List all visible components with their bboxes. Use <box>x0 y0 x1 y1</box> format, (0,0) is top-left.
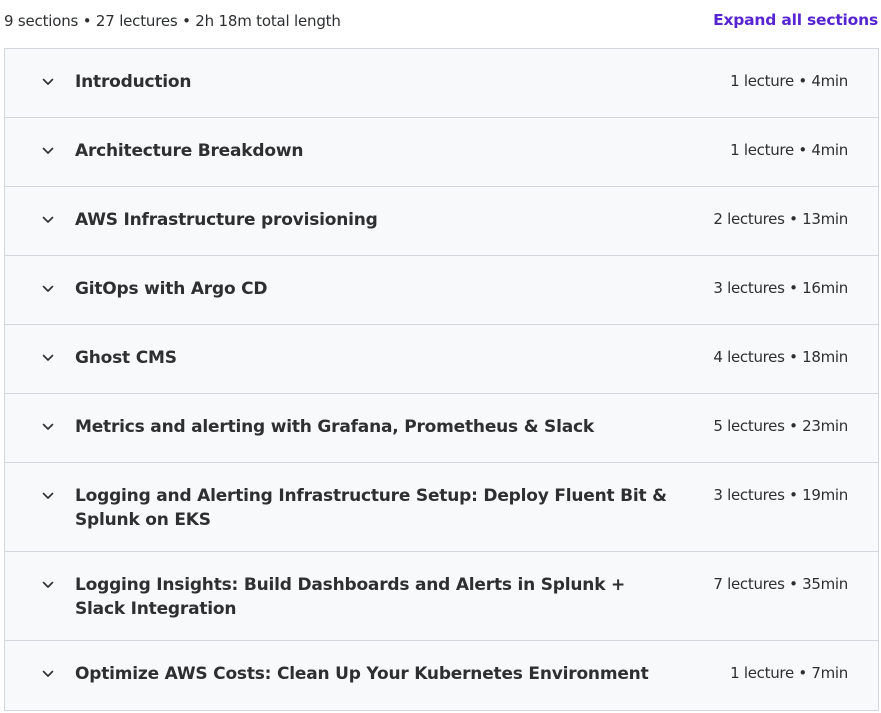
chevron-down-icon <box>41 420 55 434</box>
chevron-down-icon <box>41 213 55 227</box>
section-logging-alerting-infrastructure[interactable]: Logging and Alerting Infrastructure Setu… <box>5 463 878 552</box>
section-introduction[interactable]: Introduction 1 lecture • 4min <box>5 49 878 118</box>
sections-list: Introduction 1 lecture • 4min Architectu… <box>4 48 879 711</box>
section-title: GitOps with Argo CD <box>75 279 268 299</box>
section-meta: 3 lectures • 16min <box>713 279 848 297</box>
section-meta: 5 lectures • 23min <box>713 417 848 435</box>
section-gitops-argo-cd[interactable]: GitOps with Argo CD 3 lectures • 16min <box>5 256 878 325</box>
section-meta: 1 lecture • 4min <box>730 141 848 159</box>
section-optimize-aws-costs[interactable]: Optimize AWS Costs: Clean Up Your Kubern… <box>5 641 878 710</box>
chevron-down-icon <box>41 489 55 503</box>
course-content-panel: 9 sections • 27 lectures • 2h 18m total … <box>0 0 881 713</box>
chevron-down-icon <box>41 282 55 296</box>
expand-all-sections-button[interactable]: Expand all sections <box>713 11 878 29</box>
section-architecture-breakdown[interactable]: Architecture Breakdown 1 lecture • 4min <box>5 118 878 187</box>
section-title: Ghost CMS <box>75 348 177 368</box>
chevron-down-icon <box>41 144 55 158</box>
section-title: Logging Insights: Build Dashboards and A… <box>75 575 626 619</box>
chevron-down-icon <box>41 75 55 89</box>
section-metrics-alerting[interactable]: Metrics and alerting with Grafana, Prome… <box>5 394 878 463</box>
section-meta: 3 lectures • 19min <box>713 486 848 504</box>
section-meta: 1 lecture • 7min <box>730 664 848 682</box>
section-title: Optimize AWS Costs: Clean Up Your Kubern… <box>75 664 649 684</box>
section-ghost-cms[interactable]: Ghost CMS 4 lectures • 18min <box>5 325 878 394</box>
course-summary-bar: 9 sections • 27 lectures • 2h 18m total … <box>0 0 881 46</box>
section-meta: 2 lectures • 13min <box>713 210 848 228</box>
section-title: AWS Infrastructure provisioning <box>75 210 378 230</box>
section-meta: 4 lectures • 18min <box>713 348 848 366</box>
section-title: Introduction <box>75 72 192 92</box>
section-aws-infrastructure-provisioning[interactable]: AWS Infrastructure provisioning 2 lectur… <box>5 187 878 256</box>
chevron-down-icon <box>41 578 55 592</box>
chevron-down-icon <box>41 667 55 681</box>
section-meta: 1 lecture • 4min <box>730 72 848 90</box>
section-title: Logging and Alerting Infrastructure Setu… <box>75 486 667 530</box>
section-meta: 7 lectures • 35min <box>713 575 848 593</box>
section-title: Architecture Breakdown <box>75 141 304 161</box>
section-logging-insights[interactable]: Logging Insights: Build Dashboards and A… <box>5 552 878 641</box>
course-summary-text: 9 sections • 27 lectures • 2h 18m total … <box>4 12 341 30</box>
section-title: Metrics and alerting with Grafana, Prome… <box>75 417 594 437</box>
chevron-down-icon <box>41 351 55 365</box>
